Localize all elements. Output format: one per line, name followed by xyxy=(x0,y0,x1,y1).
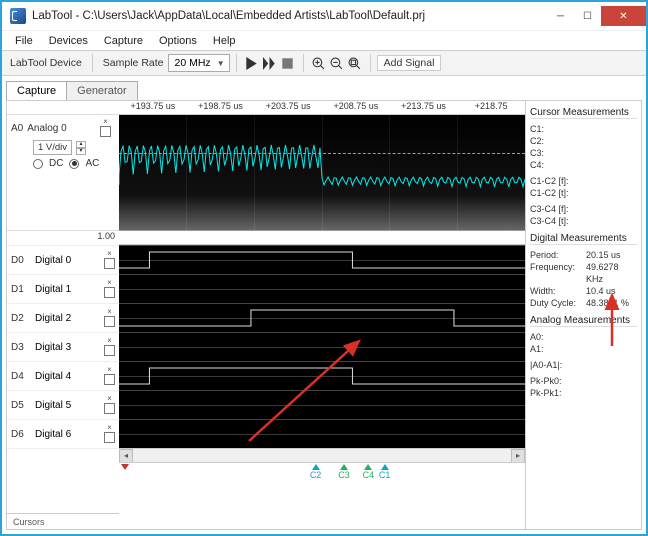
analog-measurements-title: Analog Measurements xyxy=(530,315,637,327)
measurements-sidebar: Cursor Measurements C1: C2: C3: C4: C1-C… xyxy=(525,101,641,529)
digital-enable-checkbox[interactable] xyxy=(104,345,115,356)
vdiv-spinner[interactable]: ▴▾ xyxy=(76,141,86,155)
digital-enable-checkbox[interactable] xyxy=(104,374,115,385)
dc-radio[interactable] xyxy=(33,159,43,169)
frequency-value: 49.6278 KHz xyxy=(586,261,637,285)
cursor-c4[interactable]: C4 xyxy=(363,464,375,480)
close-icon[interactable]: × xyxy=(107,309,112,315)
stop-button[interactable] xyxy=(279,54,297,72)
loop-button[interactable] xyxy=(261,54,279,72)
digital-channel-header: D2Digital 2× xyxy=(7,303,119,332)
analog-name: Analog 0 xyxy=(27,123,66,134)
menu-help[interactable]: Help xyxy=(206,33,243,49)
cursor-c3[interactable]: C3 xyxy=(338,464,350,480)
close-icon[interactable]: × xyxy=(107,425,112,431)
digital-channel-header: D3Digital 3× xyxy=(7,332,119,361)
menu-capture[interactable]: Capture xyxy=(97,33,150,49)
play-button[interactable] xyxy=(243,54,261,72)
cursor-measurements-title: Cursor Measurements xyxy=(530,107,637,119)
analog-scope[interactable] xyxy=(119,115,525,231)
close-icon[interactable]: × xyxy=(107,280,112,286)
digital-lane-0[interactable] xyxy=(119,245,525,274)
zoom-in-button[interactable] xyxy=(310,54,328,72)
time-ruler: +193.75 us+198.75 us+203.75 us+208.75 us… xyxy=(119,101,525,115)
channel-gutter: A0 Analog 0 × 1 V/div ▴▾ DC AC 1.00 D0Di… xyxy=(7,101,119,529)
zoom-out-button[interactable] xyxy=(328,54,346,72)
trigger-marker[interactable] xyxy=(121,464,129,470)
duty-cycle-value: 48.3871 % xyxy=(586,297,629,309)
cursor-c2[interactable]: C2 xyxy=(310,464,322,480)
workspace: A0 Analog 0 × 1 V/div ▴▾ DC AC 1.00 D0Di… xyxy=(6,100,642,530)
digital-enable-checkbox[interactable] xyxy=(104,258,115,269)
digital-channel-header: D1Digital 1× xyxy=(7,274,119,303)
analog-channel-header: A0 Analog 0 × 1 V/div ▴▾ DC AC xyxy=(7,115,119,231)
menu-options[interactable]: Options xyxy=(152,33,204,49)
menu-file[interactable]: File xyxy=(8,33,40,49)
horizontal-scrollbar[interactable]: ◂▸ xyxy=(119,448,525,462)
digital-measurements-title: Digital Measurements xyxy=(530,233,637,245)
digital-lane-5[interactable] xyxy=(119,390,525,419)
digital-enable-checkbox[interactable] xyxy=(104,403,115,414)
digital-enable-checkbox[interactable] xyxy=(104,287,115,298)
device-label: LabTool Device xyxy=(6,57,86,69)
tab-capture[interactable]: Capture xyxy=(6,81,67,100)
sample-rate-label: Sample Rate xyxy=(99,57,168,69)
close-icon[interactable]: × xyxy=(107,338,112,344)
period-value: 20.15 us xyxy=(586,249,621,261)
menu-devices[interactable]: Devices xyxy=(42,33,95,49)
digital-lane-6[interactable] xyxy=(119,419,525,448)
digital-channel-header: D5Digital 5× xyxy=(7,390,119,419)
menubar: File Devices Capture Options Help xyxy=(2,30,646,50)
close-icon[interactable]: × xyxy=(107,251,112,257)
digital-enable-checkbox[interactable] xyxy=(104,316,115,327)
digital-channel-header: D0Digital 0× xyxy=(7,245,119,274)
cursors-label: Cursors xyxy=(7,513,119,529)
zoom-fit-button[interactable] xyxy=(346,54,364,72)
app-icon xyxy=(10,8,26,24)
window-title: LabTool - C:\Users\Jack\AppData\Local\Em… xyxy=(32,10,547,22)
cursor-strip[interactable]: C2 C3 C4 C1 xyxy=(119,462,525,482)
analog-scale-value: 1.00 xyxy=(7,231,119,245)
ac-radio[interactable] xyxy=(69,159,79,169)
sample-rate-combo[interactable]: 20 MHz ▼ xyxy=(168,54,230,72)
close-icon[interactable]: × xyxy=(107,396,112,402)
analog-id: A0 xyxy=(11,123,23,134)
waveform-area[interactable]: +193.75 us+198.75 us+203.75 us+208.75 us… xyxy=(119,101,525,529)
sample-rate-value: 20 MHz xyxy=(175,57,211,69)
digital-channel-header: D4Digital 4× xyxy=(7,361,119,390)
tab-generator[interactable]: Generator xyxy=(66,81,138,100)
minimize-button[interactable]: ─ xyxy=(547,6,574,26)
close-icon[interactable]: × xyxy=(103,119,108,125)
vdiv-combo[interactable]: 1 V/div xyxy=(33,140,72,155)
titlebar: LabTool - C:\Users\Jack\AppData\Local\Em… xyxy=(2,2,646,30)
tabstrip: Capture Generator xyxy=(2,76,646,100)
close-button[interactable]: ✕ xyxy=(601,6,646,26)
cursor-c1[interactable]: C1 xyxy=(379,464,391,480)
digital-enable-checkbox[interactable] xyxy=(104,432,115,443)
close-icon[interactable]: × xyxy=(107,367,112,373)
maximize-button[interactable]: ☐ xyxy=(574,6,601,26)
digital-channel-header: D6Digital 6× xyxy=(7,419,119,448)
chevron-down-icon: ▼ xyxy=(217,59,225,68)
analog-enable-checkbox[interactable] xyxy=(100,126,111,137)
digital-lane-4[interactable] xyxy=(119,361,525,390)
digital-lane-1[interactable] xyxy=(119,274,525,303)
digital-lane-3[interactable] xyxy=(119,332,525,361)
app-window: LabTool - C:\Users\Jack\AppData\Local\Em… xyxy=(0,0,648,536)
add-signal-button[interactable]: Add Signal xyxy=(377,55,442,71)
width-value: 10.4 us xyxy=(586,285,616,297)
toolbar: LabTool Device Sample Rate 20 MHz ▼ Add … xyxy=(2,50,646,76)
digital-lane-2[interactable] xyxy=(119,303,525,332)
